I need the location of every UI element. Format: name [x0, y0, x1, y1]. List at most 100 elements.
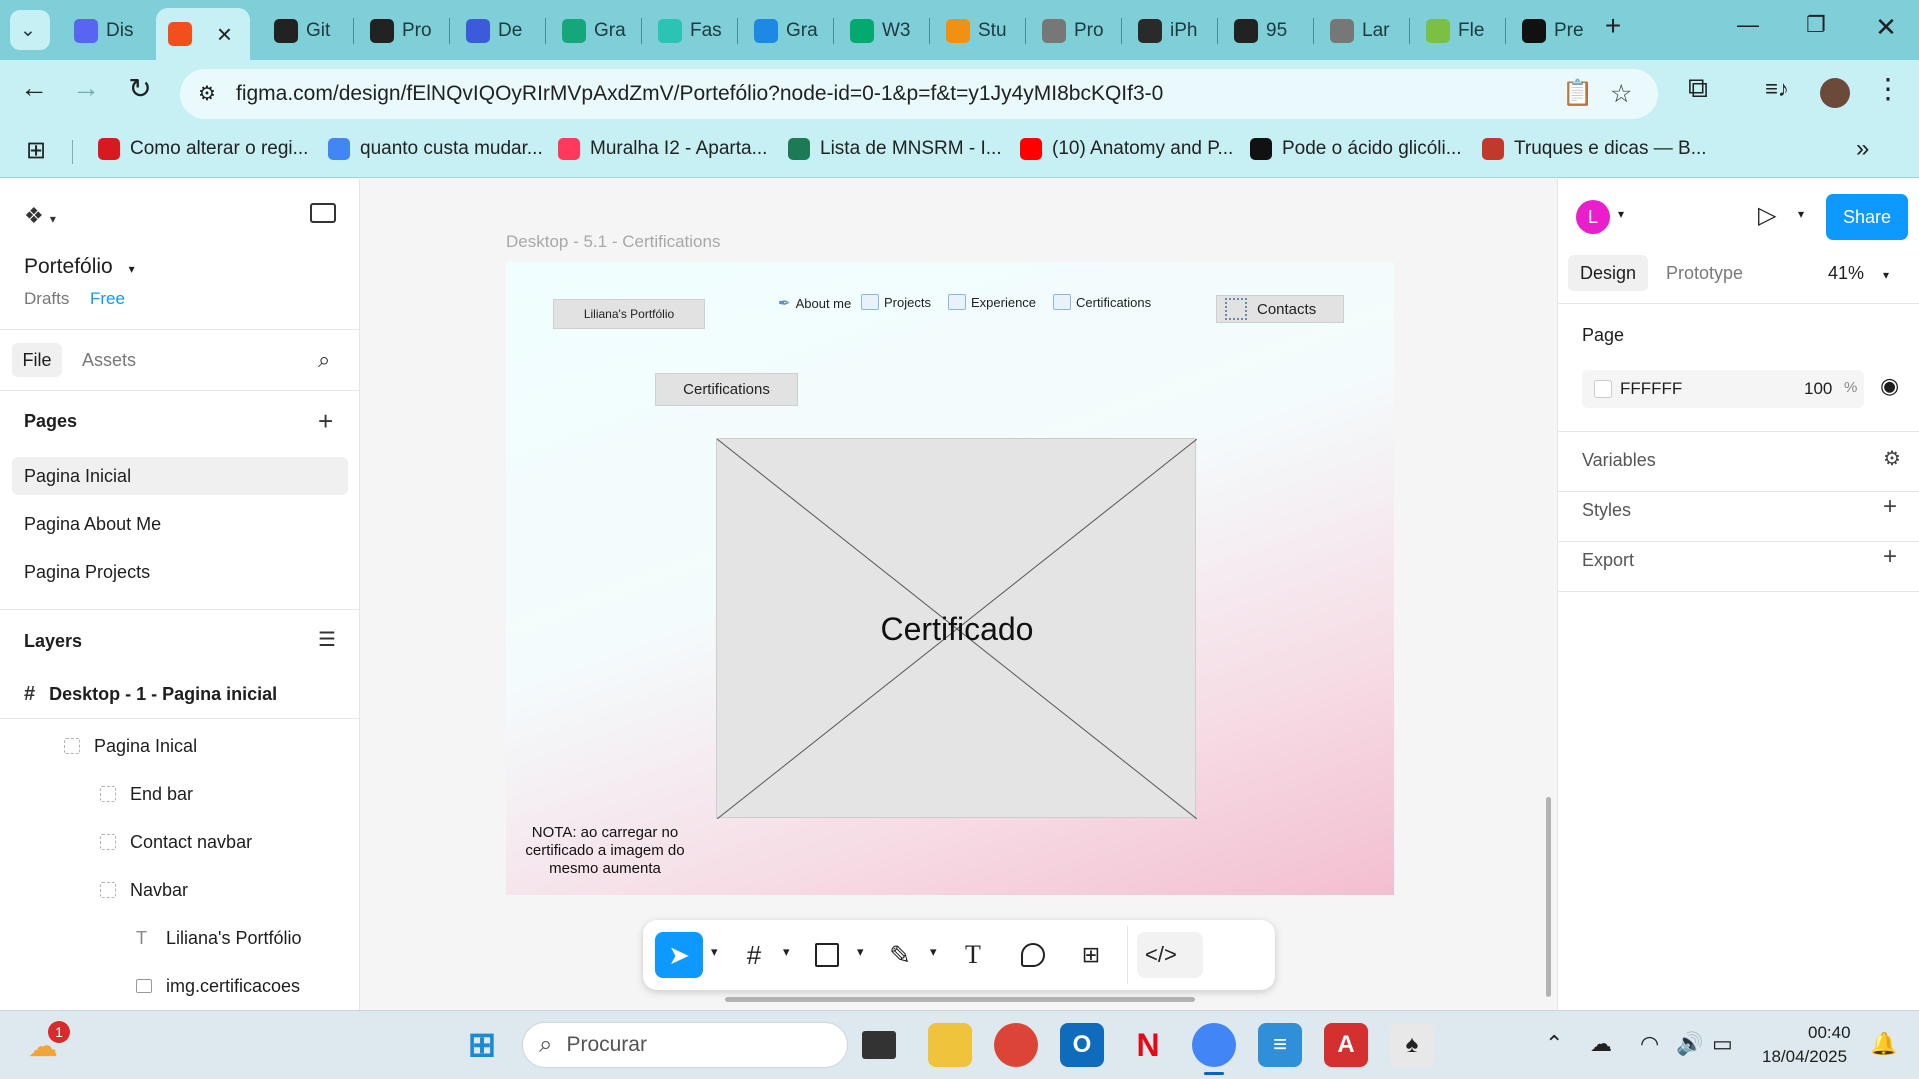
chevron-down-icon[interactable]: ▾ — [857, 944, 864, 960]
more-menu-icon[interactable]: ⋮ — [1868, 72, 1908, 105]
outlook-icon[interactable]: O — [1060, 1023, 1104, 1067]
text-tool-button[interactable]: T — [949, 932, 997, 978]
add-export-icon[interactable]: + — [1883, 543, 1897, 571]
bookmark-item[interactable]: Muralha I2 - Aparta... — [558, 138, 767, 160]
chevron-down-icon[interactable]: ▾ — [783, 944, 790, 960]
shape-tool-button[interactable] — [803, 932, 851, 978]
tab-file[interactable]: File — [12, 343, 62, 377]
bookmark-item[interactable]: Truques e dicas — B... — [1482, 138, 1707, 160]
opacity-value[interactable]: 100 — [1804, 379, 1832, 399]
browser-tab[interactable]: Fle — [1414, 10, 1502, 52]
forward-icon[interactable]: → — [66, 72, 106, 104]
browser-tab[interactable]: Gra — [742, 10, 830, 52]
site-settings-icon[interactable]: ⚙ — [198, 81, 216, 106]
extensions-icon[interactable]: ⧉ — [1678, 72, 1718, 105]
chrome-icon[interactable] — [994, 1023, 1038, 1067]
close-tab-icon[interactable]: × — [217, 19, 250, 50]
chevron-down-icon[interactable]: ▾ — [930, 944, 937, 960]
search-icon[interactable]: ⌕ — [318, 347, 330, 373]
toggle-sidebar-icon[interactable] — [310, 203, 336, 223]
notepad-icon[interactable]: ≡ — [1258, 1023, 1302, 1067]
close-window-icon[interactable]: ✕ — [1866, 12, 1906, 43]
media-controls-icon[interactable]: ≡♪ — [1757, 76, 1797, 102]
clock-time[interactable]: 00:40 — [1808, 1023, 1851, 1043]
chevron-up-icon[interactable]: ⌃ — [1545, 1031, 1563, 1057]
desktop-frame[interactable]: Liliana's Portfólio ✒ About me Projects … — [506, 262, 1394, 895]
browser-tab[interactable]: Fas — [646, 10, 734, 52]
horizontal-scrollbar[interactable] — [725, 997, 1195, 1002]
chevron-down-icon[interactable]: ▾ — [1798, 207, 1804, 221]
contacts-button[interactable]: Contacts — [1216, 295, 1344, 323]
comment-tool-button[interactable] — [1009, 932, 1057, 978]
solitaire-icon[interactable]: ♠ — [1390, 1023, 1434, 1067]
task-view-icon[interactable] — [862, 1031, 896, 1059]
user-avatar[interactable]: L — [1576, 200, 1610, 234]
tab-prototype[interactable]: Prototype — [1654, 255, 1755, 291]
address-bar[interactable]: ⚙ figma.com/design/fElNQvIQOyRIrMVpAxdZm… — [180, 69, 1658, 119]
drafts-label[interactable]: Drafts — [24, 289, 69, 309]
page-color-value[interactable]: FFFFFF — [1620, 379, 1682, 399]
layer-row[interactable]: Pagina Inical — [64, 726, 197, 766]
nav-about-me[interactable]: ✒ About me — [778, 294, 851, 312]
pen-tool-button[interactable]: ✎ — [876, 932, 924, 978]
page-item[interactable]: Pagina Projects — [12, 553, 348, 591]
frame-label[interactable]: Desktop - 5.1 - Certifications — [506, 232, 720, 252]
variables-heading[interactable]: Variables — [1582, 450, 1656, 471]
eye-icon[interactable]: ◉ — [1880, 373, 1899, 399]
chevron-down-icon[interactable]: ▾ — [1618, 207, 1624, 221]
file-explorer-icon[interactable] — [928, 1023, 972, 1067]
browser-tab[interactable]: Dis — [62, 10, 150, 52]
browser-tab[interactable]: Pro — [358, 10, 446, 52]
bookmark-item[interactable]: Lista de MNSRM - I... — [788, 138, 1002, 160]
back-icon[interactable]: ← — [14, 72, 54, 104]
browser-tab[interactable]: Lar — [1318, 10, 1406, 52]
profile-avatar[interactable] — [1820, 78, 1850, 108]
acrobat-icon[interactable]: A — [1324, 1023, 1368, 1067]
start-button[interactable]: ⊞ — [460, 1023, 504, 1067]
browser-tab[interactable]: iPh — [1126, 10, 1214, 52]
variables-settings-icon[interactable]: ⚙ — [1883, 446, 1901, 471]
move-tool-button[interactable]: ➤ — [655, 932, 703, 978]
browser-tab[interactable]: Pro — [1030, 10, 1118, 52]
nav-certifications[interactable]: Certifications — [1053, 294, 1151, 310]
layer-row[interactable]: Navbar — [100, 870, 188, 910]
browser-tab[interactable]: W3 — [838, 10, 926, 52]
bookmark-star-icon[interactable]: ☆ — [1610, 79, 1632, 109]
add-page-icon[interactable]: + — [318, 406, 333, 437]
apps-grid-icon[interactable]: ⊞ — [26, 136, 46, 165]
share-button[interactable]: Share — [1826, 194, 1908, 240]
browser-tab[interactable]: × — [156, 8, 250, 60]
restore-icon[interactable]: ❐ — [1796, 12, 1836, 38]
clipboard-icon[interactable]: 📋 — [1562, 79, 1593, 108]
certificate-image-placeholder[interactable]: Certificado — [716, 438, 1197, 819]
present-play-icon[interactable]: ▷ — [1758, 201, 1776, 230]
file-name[interactable]: Portefólio ▾ — [24, 255, 135, 279]
browser-tab[interactable]: De — [454, 10, 542, 52]
page-item[interactable]: Pagina About Me — [12, 505, 348, 543]
minimize-icon[interactable]: — — [1728, 12, 1768, 38]
nav-experience[interactable]: Experience — [948, 294, 1036, 310]
add-style-icon[interactable]: + — [1883, 493, 1897, 521]
tab-assets[interactable]: Assets — [82, 350, 136, 371]
more-bookmarks-icon[interactable]: » — [1856, 135, 1869, 163]
wifi-icon[interactable]: ◠ — [1640, 1031, 1659, 1057]
design-canvas[interactable]: Desktop - 5.1 - Certifications Liliana's… — [361, 179, 1556, 1010]
browser-tab[interactable]: Gra — [550, 10, 638, 52]
page-item[interactable]: Pagina Inicial — [12, 457, 348, 495]
layer-row[interactable]: End bar — [100, 774, 193, 814]
tab-search-button[interactable]: ⌄ — [10, 10, 50, 50]
page-color-field[interactable]: FFFFFF 100 % — [1582, 370, 1864, 408]
chrome-profile-icon[interactable] — [1192, 1023, 1236, 1067]
netflix-icon[interactable]: N — [1126, 1023, 1170, 1067]
notifications-icon[interactable]: 🔔 — [1870, 1031, 1897, 1057]
clock-date[interactable]: 18/04/2025 — [1762, 1047, 1847, 1067]
section-title-button[interactable]: Certifications — [655, 373, 798, 406]
onedrive-icon[interactable]: ☁ — [1590, 1031, 1612, 1057]
battery-icon[interactable]: ▭ — [1712, 1031, 1733, 1057]
layer-row[interactable]: T Liliana's Portfólio — [136, 918, 302, 958]
reload-icon[interactable]: ↻ — [120, 72, 160, 105]
bookmark-item[interactable]: quanto custa mudar... — [328, 138, 543, 160]
collapse-layers-icon[interactable]: ☰ — [318, 627, 336, 652]
bookmark-item[interactable]: Como alterar o regi... — [98, 138, 308, 160]
tab-design[interactable]: Design — [1568, 255, 1649, 291]
